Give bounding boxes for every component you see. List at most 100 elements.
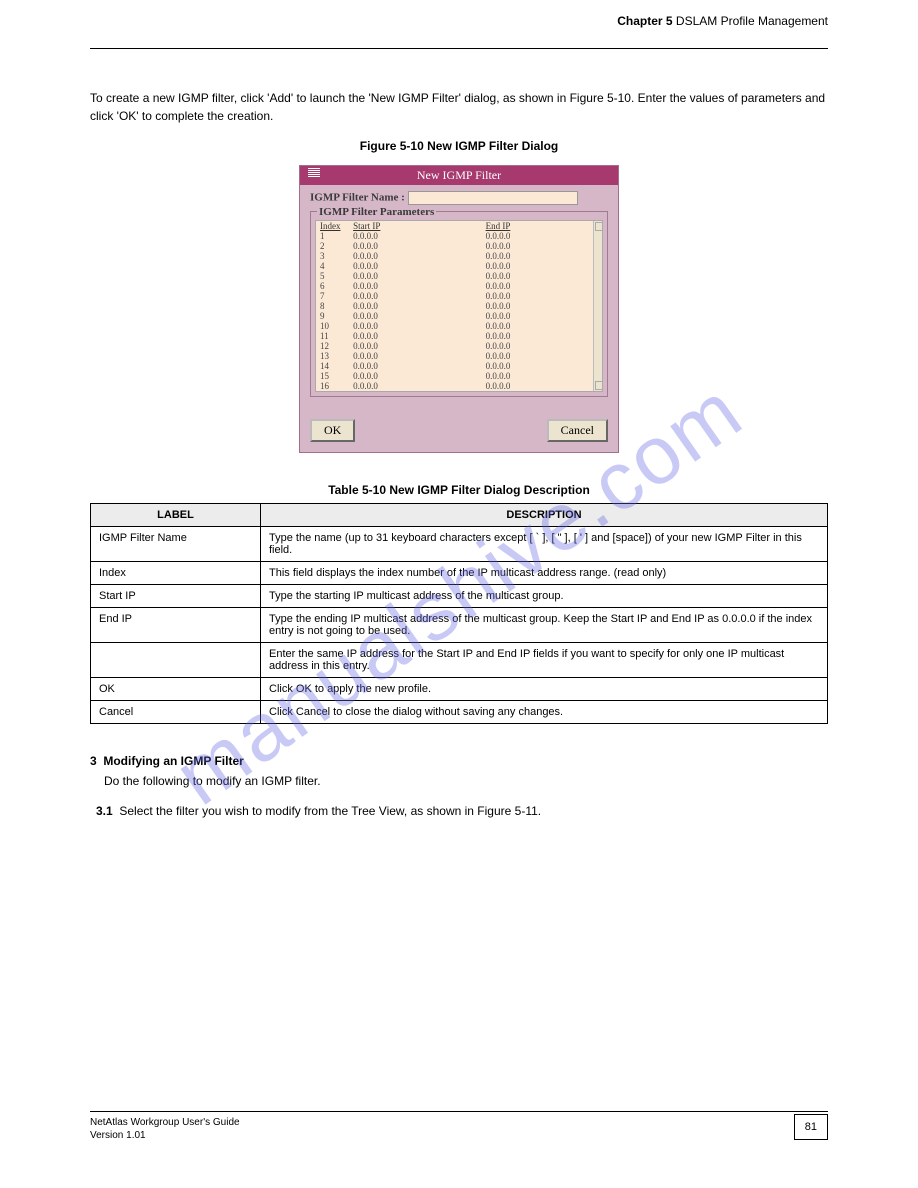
chapter-title: DSLAM Profile Management <box>676 14 828 28</box>
cell-desc: Click OK to apply the new profile. <box>261 678 828 701</box>
params-row[interactable]: 150.0.0.00.0.0.0 <box>316 371 592 381</box>
params-row[interactable]: 30.0.0.00.0.0.0 <box>316 251 592 261</box>
cell-start-ip: 0.0.0.0 <box>349 381 481 391</box>
chapter-label: Chapter 5 <box>617 14 672 28</box>
params-header-row: Index Start IP End IP <box>316 221 592 231</box>
cell-start-ip: 0.0.0.0 <box>349 311 481 321</box>
params-row[interactable]: 90.0.0.00.0.0.0 <box>316 311 592 321</box>
filter-params-fieldset: IGMP Filter Parameters Index Start IP En… <box>310 211 608 397</box>
cell-end-ip: 0.0.0.0 <box>482 341 592 351</box>
params-row[interactable]: 140.0.0.00.0.0.0 <box>316 361 592 371</box>
params-row[interactable]: 110.0.0.00.0.0.0 <box>316 331 592 341</box>
cell-start-ip: 0.0.0.0 <box>349 331 481 341</box>
cell-desc: Enter the same IP address for the Start … <box>261 643 828 678</box>
cell-end-ip: 0.0.0.0 <box>482 391 592 392</box>
col-end-ip: End IP <box>482 221 592 231</box>
cell-start-ip: 0.0.0.0 <box>349 241 481 251</box>
cell-end-ip: 0.0.0.0 <box>482 301 592 311</box>
cell-start-ip: 0.0.0.0 <box>349 271 481 281</box>
cell-desc: Type the ending IP multicast address of … <box>261 608 828 643</box>
cell-end-ip: 0.0.0.0 <box>482 291 592 301</box>
table-row: IndexThis field displays the index numbe… <box>91 562 828 585</box>
cell-start-ip: 0.0.0.0 <box>349 251 481 261</box>
cell-start-ip: 0.0.0.0 <box>349 391 481 392</box>
cell-index: 16 <box>316 381 349 391</box>
params-row[interactable]: 10.0.0.00.0.0.0 <box>316 231 592 241</box>
cell-index: 15 <box>316 371 349 381</box>
cell-index: 10 <box>316 321 349 331</box>
cell-index: 9 <box>316 311 349 321</box>
header-rule <box>90 48 828 49</box>
cell-end-ip: 0.0.0.0 <box>482 351 592 361</box>
cell-end-ip: 0.0.0.0 <box>482 371 592 381</box>
cell-index: 7 <box>316 291 349 301</box>
table-row: Start IPType the starting IP multicast a… <box>91 585 828 608</box>
cell-index: 13 <box>316 351 349 361</box>
cell-desc: Click Cancel to close the dialog without… <box>261 701 828 724</box>
cell-label <box>91 643 261 678</box>
cell-end-ip: 0.0.0.0 <box>482 311 592 321</box>
cancel-button[interactable]: Cancel <box>547 419 608 442</box>
params-row[interactable]: 80.0.0.00.0.0.0 <box>316 301 592 311</box>
cell-end-ip: 0.0.0.0 <box>482 251 592 261</box>
cell-start-ip: 0.0.0.0 <box>349 351 481 361</box>
new-igmp-filter-dialog: New IGMP Filter IGMP Filter Name : IGMP … <box>299 165 619 453</box>
cell-index: 17 <box>316 391 349 392</box>
cell-end-ip: 0.0.0.0 <box>482 331 592 341</box>
scrollbar[interactable] <box>593 221 602 391</box>
cell-end-ip: 0.0.0.0 <box>482 271 592 281</box>
params-row[interactable]: 20.0.0.00.0.0.0 <box>316 241 592 251</box>
ok-button[interactable]: OK <box>310 419 355 442</box>
cell-end-ip: 0.0.0.0 <box>482 241 592 251</box>
cell-index: 3 <box>316 251 349 261</box>
cell-end-ip: 0.0.0.0 <box>482 321 592 331</box>
params-row[interactable]: 130.0.0.00.0.0.0 <box>316 351 592 361</box>
window-menu-icon[interactable] <box>308 168 320 178</box>
footer-product: NetAtlas Workgroup User's Guide <box>90 1116 240 1129</box>
params-row[interactable]: 170.0.0.00.0.0.0 <box>316 391 592 392</box>
step3-body: Do the following to modify an IGMP filte… <box>104 772 828 790</box>
cell-start-ip: 0.0.0.0 <box>349 321 481 331</box>
cell-index: 11 <box>316 331 349 341</box>
params-table: LABEL DESCRIPTION IGMP Filter NameType t… <box>90 503 828 724</box>
cell-label: Start IP <box>91 585 261 608</box>
table-row: OKClick OK to apply the new profile. <box>91 678 828 701</box>
cell-start-ip: 0.0.0.0 <box>349 261 481 271</box>
cell-index: 1 <box>316 231 349 241</box>
cell-label: End IP <box>91 608 261 643</box>
cell-start-ip: 0.0.0.0 <box>349 231 481 241</box>
page-number: 81 <box>794 1114 828 1140</box>
params-row[interactable]: 120.0.0.00.0.0.0 <box>316 341 592 351</box>
filter-params-list[interactable]: Index Start IP End IP 10.0.0.00.0.0.020.… <box>315 220 603 392</box>
fieldset-legend: IGMP Filter Parameters <box>317 206 436 218</box>
params-row[interactable]: 60.0.0.00.0.0.0 <box>316 281 592 291</box>
params-row[interactable]: 70.0.0.00.0.0.0 <box>316 291 592 301</box>
col-start-ip: Start IP <box>349 221 481 231</box>
th-label: LABEL <box>91 504 261 527</box>
cell-start-ip: 0.0.0.0 <box>349 291 481 301</box>
th-desc: DESCRIPTION <box>261 504 828 527</box>
cell-label: IGMP Filter Name <box>91 527 261 562</box>
cell-start-ip: 0.0.0.0 <box>349 341 481 351</box>
page-footer: NetAtlas Workgroup User's Guide Version … <box>90 1111 828 1142</box>
cell-desc: Type the starting IP multicast address o… <box>261 585 828 608</box>
cell-label: Cancel <box>91 701 261 724</box>
params-row[interactable]: 160.0.0.00.0.0.0 <box>316 381 592 391</box>
dialog-titlebar: New IGMP Filter <box>300 166 618 185</box>
filter-name-input[interactable] <box>408 191 578 205</box>
cell-label: Index <box>91 562 261 585</box>
cell-end-ip: 0.0.0.0 <box>482 281 592 291</box>
cell-desc: Type the name (up to 31 keyboard charact… <box>261 527 828 562</box>
cell-index: 14 <box>316 361 349 371</box>
cell-start-ip: 0.0.0.0 <box>349 361 481 371</box>
cell-end-ip: 0.0.0.0 <box>482 361 592 371</box>
cell-start-ip: 0.0.0.0 <box>349 301 481 311</box>
dialog-title: New IGMP Filter <box>417 168 501 182</box>
params-row[interactable]: 50.0.0.00.0.0.0 <box>316 271 592 281</box>
cell-start-ip: 0.0.0.0 <box>349 371 481 381</box>
cell-label: OK <box>91 678 261 701</box>
params-row[interactable]: 40.0.0.00.0.0.0 <box>316 261 592 271</box>
params-row[interactable]: 100.0.0.00.0.0.0 <box>316 321 592 331</box>
table-row: CancelClick Cancel to close the dialog w… <box>91 701 828 724</box>
step3-sub: 3.1 Select the filter you wish to modify… <box>96 804 828 818</box>
